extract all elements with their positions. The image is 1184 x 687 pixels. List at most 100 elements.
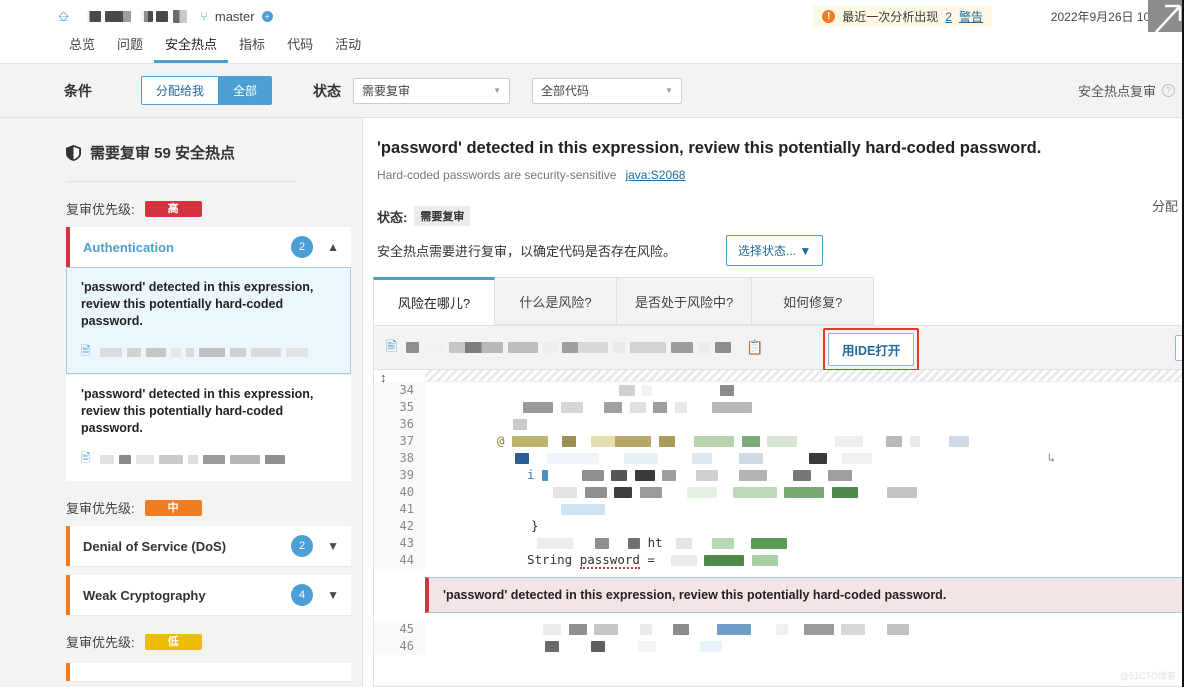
category-count: 2 — [291, 236, 314, 258]
code-line-content: } — [425, 518, 1184, 535]
chevron-down-icon[interactable]: ▼ — [327, 588, 339, 602]
select-status-button[interactable]: 选择状态... ▼ — [726, 235, 824, 266]
code-line: 43 ht — [374, 535, 1184, 552]
category-denial-of-service[interactable]: Denial of Service (DoS) 2 ▼ — [66, 526, 351, 566]
status-filter-label: 状态 — [313, 82, 342, 99]
scope-select-value: 全部代码 — [541, 84, 590, 98]
code-line-content: i — [425, 467, 1184, 484]
help-icon[interactable]: ? — [1162, 84, 1175, 97]
priority-group-medium: 复审优先级: 中 — [0, 481, 362, 517]
project-name-redacted — [173, 9, 188, 23]
priority-group-high: 复审优先级: 高 — [0, 182, 362, 218]
all-button[interactable]: 全部 — [218, 76, 273, 105]
branch-icon: ⑂ — [200, 8, 208, 24]
tab-are-you-at-risk[interactable]: 是否处于风险中? — [617, 277, 753, 325]
code-line: 46 — [374, 638, 1184, 655]
branch-name[interactable]: master — [215, 9, 255, 24]
branch-badge-icon[interactable]: + — [261, 10, 273, 22]
status-select-value: 需要复审 — [362, 84, 411, 98]
category-count: 4 — [291, 584, 314, 606]
code-line-content — [425, 621, 1184, 638]
priority-badge-high: 高 — [144, 200, 202, 217]
priority-label: 复审优先级: — [66, 635, 135, 650]
nav-tab-code[interactable]: 代码 — [276, 34, 324, 63]
status-description: 安全热点需要进行复审，以确定代码是否存在风险。 — [377, 244, 677, 259]
chevron-down-icon: ▼ — [493, 86, 502, 95]
nav-tab-security-hotspots[interactable]: 安全热点 — [154, 34, 229, 63]
filter-bar: 条件 分配给我 全部 状态 需要复审 ▼ 全部代码 ▼ 安全热点复审 ? — [0, 64, 1184, 118]
code-line: 35 — [374, 399, 1184, 416]
priority-badge-medium: 中 — [144, 499, 202, 516]
code-highlighted-token: password — [579, 552, 640, 569]
code-line: 38 ↳ — [374, 450, 1184, 467]
hotspot-path-redacted — [99, 455, 336, 464]
project-name-redacted — [87, 10, 102, 22]
nav-tab-measures[interactable]: 指标 — [228, 34, 276, 63]
chevron-down-icon: ▼ — [665, 86, 674, 95]
warning-count[interactable]: 2 — [945, 10, 952, 24]
category-authentication[interactable]: Authentication 2 ▲ — [66, 227, 351, 267]
code-line: 34 — [374, 382, 1184, 399]
line-number: 41 — [374, 501, 425, 518]
hotspot-detail-panel: 'password' detected in this expression, … — [363, 118, 1184, 687]
hotspot-status-desc-row: 安全热点需要进行复审，以确定代码是否存在风险。 选择状态... ▼ — [363, 226, 1184, 266]
copy-icon[interactable]: 📋 — [746, 339, 763, 356]
assigned-to-me-button[interactable]: 分配给我 — [141, 76, 219, 105]
hotspot-title: 'password' detected in this expression, … — [81, 280, 314, 328]
open-in-ide-button[interactable]: 用IDE打开 — [828, 333, 915, 366]
scope-select[interactable]: 全部代码 ▼ — [532, 77, 683, 104]
warning-link[interactable]: 警告 — [959, 8, 983, 25]
hotspot-list-item[interactable]: 'password' detected in this expression, … — [66, 374, 351, 481]
code-line-content — [425, 416, 1184, 433]
priority-label: 复审优先级: — [66, 501, 135, 516]
hotspot-detail-title: 'password' detected in this expression, … — [377, 139, 1042, 157]
line-number: 39 — [374, 467, 425, 484]
code-collapsed-hatch[interactable] — [425, 370, 1184, 382]
code-line: 37 @ — [374, 433, 1184, 450]
code-line: 44 String password = — [374, 552, 1184, 569]
status-select[interactable]: 需要复审 ▼ — [353, 77, 511, 104]
drag-handle-icon[interactable]: ↕ — [380, 370, 387, 385]
line-number: 46 — [374, 638, 425, 655]
code-line-content — [425, 638, 1184, 655]
hotspot-content-tabs: 风险在哪儿? 什么是风险? 是否处于风险中? 如何修复? — [373, 277, 875, 325]
warning-prefix: 最近一次分析出现 — [842, 10, 939, 24]
code-toolbar: 🖹 📋 用IDE打开 — [373, 325, 1184, 371]
analysis-warning-banner[interactable]: ! 最近一次分析出现 2 警告 — [813, 6, 992, 27]
nav-tab-overview[interactable]: 总览 — [58, 34, 106, 63]
rule-key-link[interactable]: java:S2068 — [625, 168, 685, 182]
hotspot-list: 'password' detected in this expression, … — [66, 267, 351, 481]
line-number: 37 — [374, 433, 425, 450]
hotspot-detail-subtitle: Hard-coded passwords are security-sensit… — [363, 158, 1184, 182]
assignee-toggle-group: 分配给我 全部 — [141, 76, 273, 105]
code-line-content — [425, 501, 1184, 518]
tab-what-is-risk[interactable]: 什么是风险? — [495, 277, 617, 325]
line-number: 38 — [374, 450, 425, 467]
nav-tab-issues[interactable]: 问题 — [106, 34, 154, 63]
chevron-down-icon[interactable]: ▼ — [327, 539, 339, 553]
hotspot-list-item[interactable]: 'password' detected in this expression, … — [66, 267, 351, 374]
project-nav-tabs: 总览 问题 安全热点 指标 代码 活动 — [0, 32, 1184, 64]
project-name-redacted — [105, 10, 132, 22]
hotspot-meta: 🖹 — [81, 449, 336, 470]
filter-label: 条件 — [64, 82, 92, 99]
code-text: } — [531, 518, 539, 533]
ide-button-highlight: 用IDE打开 — [823, 328, 920, 371]
status-badge: 需要复审 — [414, 206, 471, 226]
shield-icon — [66, 144, 81, 161]
line-number: 43 — [374, 535, 425, 552]
hotspot-review-label: 安全热点复审 — [1077, 84, 1156, 99]
code-line: 42 } — [374, 518, 1184, 535]
chevron-up-icon[interactable]: ▲ — [327, 240, 339, 254]
code-line: 36 — [374, 416, 1184, 433]
category-low-partial[interactable] — [66, 663, 351, 681]
code-line-content: ht — [425, 535, 1184, 552]
tab-how-to-fix[interactable]: 如何修复? — [752, 277, 875, 325]
rule-description: Hard-coded passwords are security-sensit… — [377, 168, 617, 182]
file-path-redacted — [406, 342, 736, 353]
tab-where-is-risk[interactable]: 风险在哪儿? — [373, 277, 495, 325]
assignee-label[interactable]: 分配 — [1152, 196, 1178, 215]
category-weak-cryptography[interactable]: Weak Cryptography 4 ▼ — [66, 575, 351, 615]
nav-tab-activity[interactable]: 活动 — [324, 34, 372, 63]
sidebar-header-text: 需要复审 59 安全热点 — [90, 145, 236, 162]
